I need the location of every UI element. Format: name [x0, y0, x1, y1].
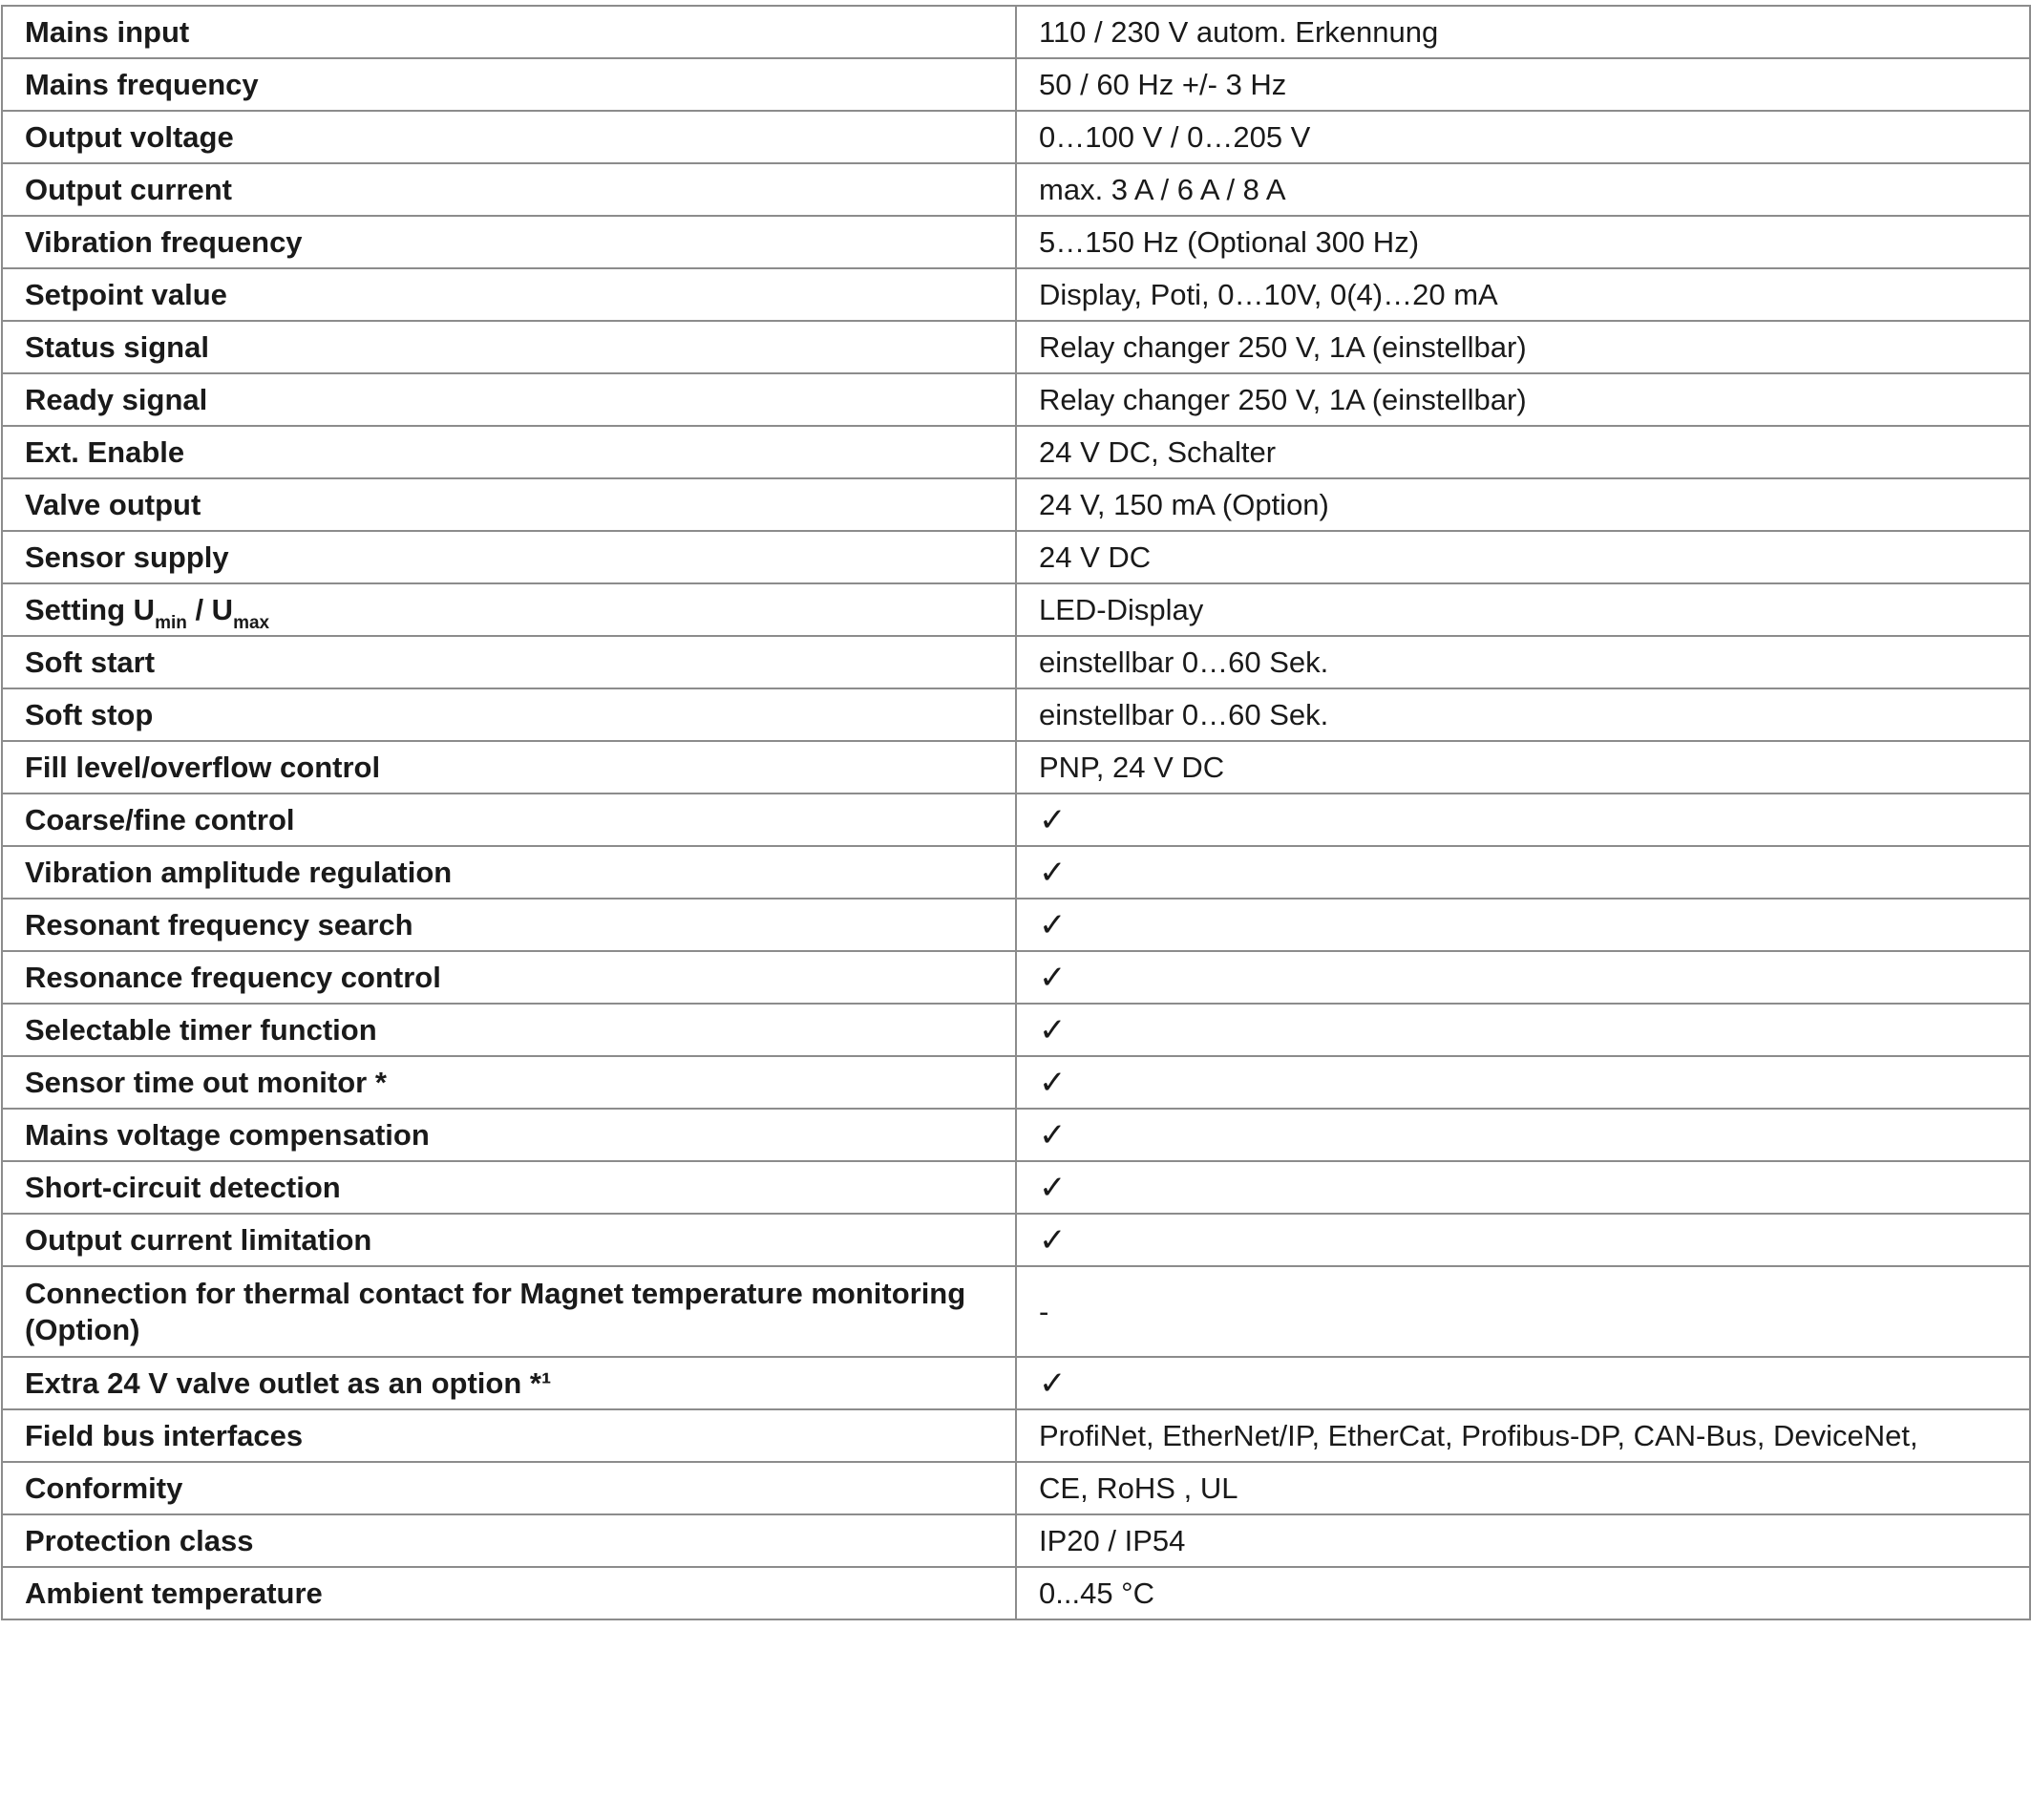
spec-value: 0…100 V / 0…205 V	[1015, 110, 2031, 164]
spec-label: Output voltage	[1, 110, 1017, 164]
spec-value: PNP, 24 V DC	[1015, 740, 2031, 794]
spec-row-mains-input: Mains input 110 / 230 V autom. Erkennung	[1, 5, 2031, 59]
spec-row-thermal-contact: Connection for thermal contact for Magne…	[1, 1265, 2031, 1358]
checkmark-icon: ✓	[1015, 898, 2031, 952]
spec-value: ProfiNet, EtherNet/IP, EtherCat, Profibu…	[1015, 1408, 2031, 1463]
spec-label: Output current	[1, 162, 1017, 217]
spec-value: 24 V, 150 mA (Option)	[1015, 477, 2031, 532]
spec-label: Mains frequency	[1, 57, 1017, 112]
spec-value: Display, Poti, 0…10V, 0(4)…20 mA	[1015, 267, 2031, 322]
checkmark-icon: ✓	[1015, 793, 2031, 847]
specification-table: Mains input 110 / 230 V autom. Erkennung…	[1, 5, 2031, 1620]
spec-row-short-circuit: Short-circuit detection ✓	[1, 1160, 2031, 1215]
spec-row-ext-enable: Ext. Enable 24 V DC, Schalter	[1, 425, 2031, 479]
checkmark-icon: ✓	[1015, 1160, 2031, 1215]
spec-value: 110 / 230 V autom. Erkennung	[1015, 5, 2031, 59]
spec-label: Ext. Enable	[1, 425, 1017, 479]
spec-row-vibration-frequency: Vibration frequency 5…150 Hz (Optional 3…	[1, 215, 2031, 269]
checkmark-icon: ✓	[1015, 950, 2031, 1005]
spec-label: Vibration amplitude regulation	[1, 845, 1017, 899]
checkmark-icon: ✓	[1015, 1356, 2031, 1410]
spec-value: Relay changer 250 V, 1A (einstellbar)	[1015, 372, 2031, 427]
spec-row-protection-class: Protection class IP20 / IP54	[1, 1513, 2031, 1568]
spec-value: einstellbar 0…60 Sek.	[1015, 635, 2031, 689]
spec-row-setting-umin-umax: Setting Umin / Umax LED-Display	[1, 582, 2031, 637]
spec-label: Field bus interfaces	[1, 1408, 1017, 1463]
spec-label: Conformity	[1, 1461, 1017, 1515]
spec-label: Selectable timer function	[1, 1003, 1017, 1057]
checkmark-icon: ✓	[1015, 1213, 2031, 1267]
spec-label: Ready signal	[1, 372, 1017, 427]
spec-label: Vibration frequency	[1, 215, 1017, 269]
spec-row-resonant-search: Resonant frequency search ✓	[1, 898, 2031, 952]
spec-label: Sensor supply	[1, 530, 1017, 584]
spec-label: Connection for thermal contact for Magne…	[1, 1265, 1017, 1358]
spec-label: Status signal	[1, 320, 1017, 374]
spec-label: Sensor time out monitor *	[1, 1055, 1017, 1110]
spec-row-ready-signal: Ready signal Relay changer 250 V, 1A (ei…	[1, 372, 2031, 427]
spec-value: Relay changer 250 V, 1A (einstellbar)	[1015, 320, 2031, 374]
spec-value: 24 V DC	[1015, 530, 2031, 584]
spec-row-soft-stop: Soft stop einstellbar 0…60 Sek.	[1, 688, 2031, 742]
spec-row-conformity: Conformity CE, RoHS , UL	[1, 1461, 2031, 1515]
checkmark-icon: ✓	[1015, 1108, 2031, 1162]
spec-row-resonance-control: Resonance frequency control ✓	[1, 950, 2031, 1005]
spec-row-setpoint-value: Setpoint value Display, Poti, 0…10V, 0(4…	[1, 267, 2031, 322]
spec-label: Valve output	[1, 477, 1017, 532]
spec-label: Short-circuit detection	[1, 1160, 1017, 1215]
spec-label-text: Setting U	[25, 592, 156, 626]
spec-row-current-limitation: Output current limitation ✓	[1, 1213, 2031, 1267]
spec-value: 50 / 60 Hz +/- 3 Hz	[1015, 57, 2031, 112]
spec-row-coarse-fine: Coarse/fine control ✓	[1, 793, 2031, 847]
spec-label: Ambient temperature	[1, 1566, 1017, 1620]
spec-label: Mains input	[1, 5, 1017, 59]
spec-value: -	[1015, 1265, 2031, 1358]
spec-value: max. 3 A / 6 A / 8 A	[1015, 162, 2031, 217]
spec-row-field-bus: Field bus interfaces ProfiNet, EtherNet/…	[1, 1408, 2031, 1463]
spec-value: 24 V DC, Schalter	[1015, 425, 2031, 479]
checkmark-icon: ✓	[1015, 1055, 2031, 1110]
spec-value: CE, RoHS , UL	[1015, 1461, 2031, 1515]
spec-label: Setting Umin / Umax	[1, 582, 1017, 637]
spec-value: LED-Display	[1015, 582, 2031, 637]
spec-label: Mains voltage compensation	[1, 1108, 1017, 1162]
spec-value: IP20 / IP54	[1015, 1513, 2031, 1568]
spec-label: Extra 24 V valve outlet as an option *¹	[1, 1356, 1017, 1410]
spec-row-timer-function: Selectable timer function ✓	[1, 1003, 2031, 1057]
checkmark-icon: ✓	[1015, 845, 2031, 899]
spec-row-valve-output: Valve output 24 V, 150 mA (Option)	[1, 477, 2031, 532]
spec-row-fill-level: Fill level/overflow control PNP, 24 V DC	[1, 740, 2031, 794]
spec-row-vibration-amplitude: Vibration amplitude regulation ✓	[1, 845, 2031, 899]
spec-row-sensor-supply: Sensor supply 24 V DC	[1, 530, 2031, 584]
spec-value: 0...45 °C	[1015, 1566, 2031, 1620]
spec-label: Setpoint value	[1, 267, 1017, 322]
spec-row-mains-frequency: Mains frequency 50 / 60 Hz +/- 3 Hz	[1, 57, 2031, 112]
spec-label-subscript: max	[233, 612, 270, 633]
spec-row-extra-valve-outlet: Extra 24 V valve outlet as an option *¹ …	[1, 1356, 2031, 1410]
spec-label: Output current limitation	[1, 1213, 1017, 1267]
spec-row-output-voltage: Output voltage 0…100 V / 0…205 V	[1, 110, 2031, 164]
spec-value: 5…150 Hz (Optional 300 Hz)	[1015, 215, 2031, 269]
spec-label: Coarse/fine control	[1, 793, 1017, 847]
spec-label-subscript: min	[155, 612, 187, 633]
spec-label: Resonance frequency control	[1, 950, 1017, 1005]
spec-label: Resonant frequency search	[1, 898, 1017, 952]
checkmark-icon: ✓	[1015, 1003, 2031, 1057]
spec-value: einstellbar 0…60 Sek.	[1015, 688, 2031, 742]
spec-row-output-current: Output current max. 3 A / 6 A / 8 A	[1, 162, 2031, 217]
spec-label: Soft start	[1, 635, 1017, 689]
spec-label: Soft stop	[1, 688, 1017, 742]
spec-row-soft-start: Soft start einstellbar 0…60 Sek.	[1, 635, 2031, 689]
spec-label: Fill level/overflow control	[1, 740, 1017, 794]
spec-row-ambient-temperature: Ambient temperature 0...45 °C	[1, 1566, 2031, 1620]
spec-row-voltage-compensation: Mains voltage compensation ✓	[1, 1108, 2031, 1162]
spec-row-sensor-timeout: Sensor time out monitor * ✓	[1, 1055, 2031, 1110]
specification-table-body: Mains input 110 / 230 V autom. Erkennung…	[1, 5, 2031, 1620]
spec-row-status-signal: Status signal Relay changer 250 V, 1A (e…	[1, 320, 2031, 374]
spec-label: Protection class	[1, 1513, 1017, 1568]
spec-label-text: / U	[186, 592, 234, 626]
